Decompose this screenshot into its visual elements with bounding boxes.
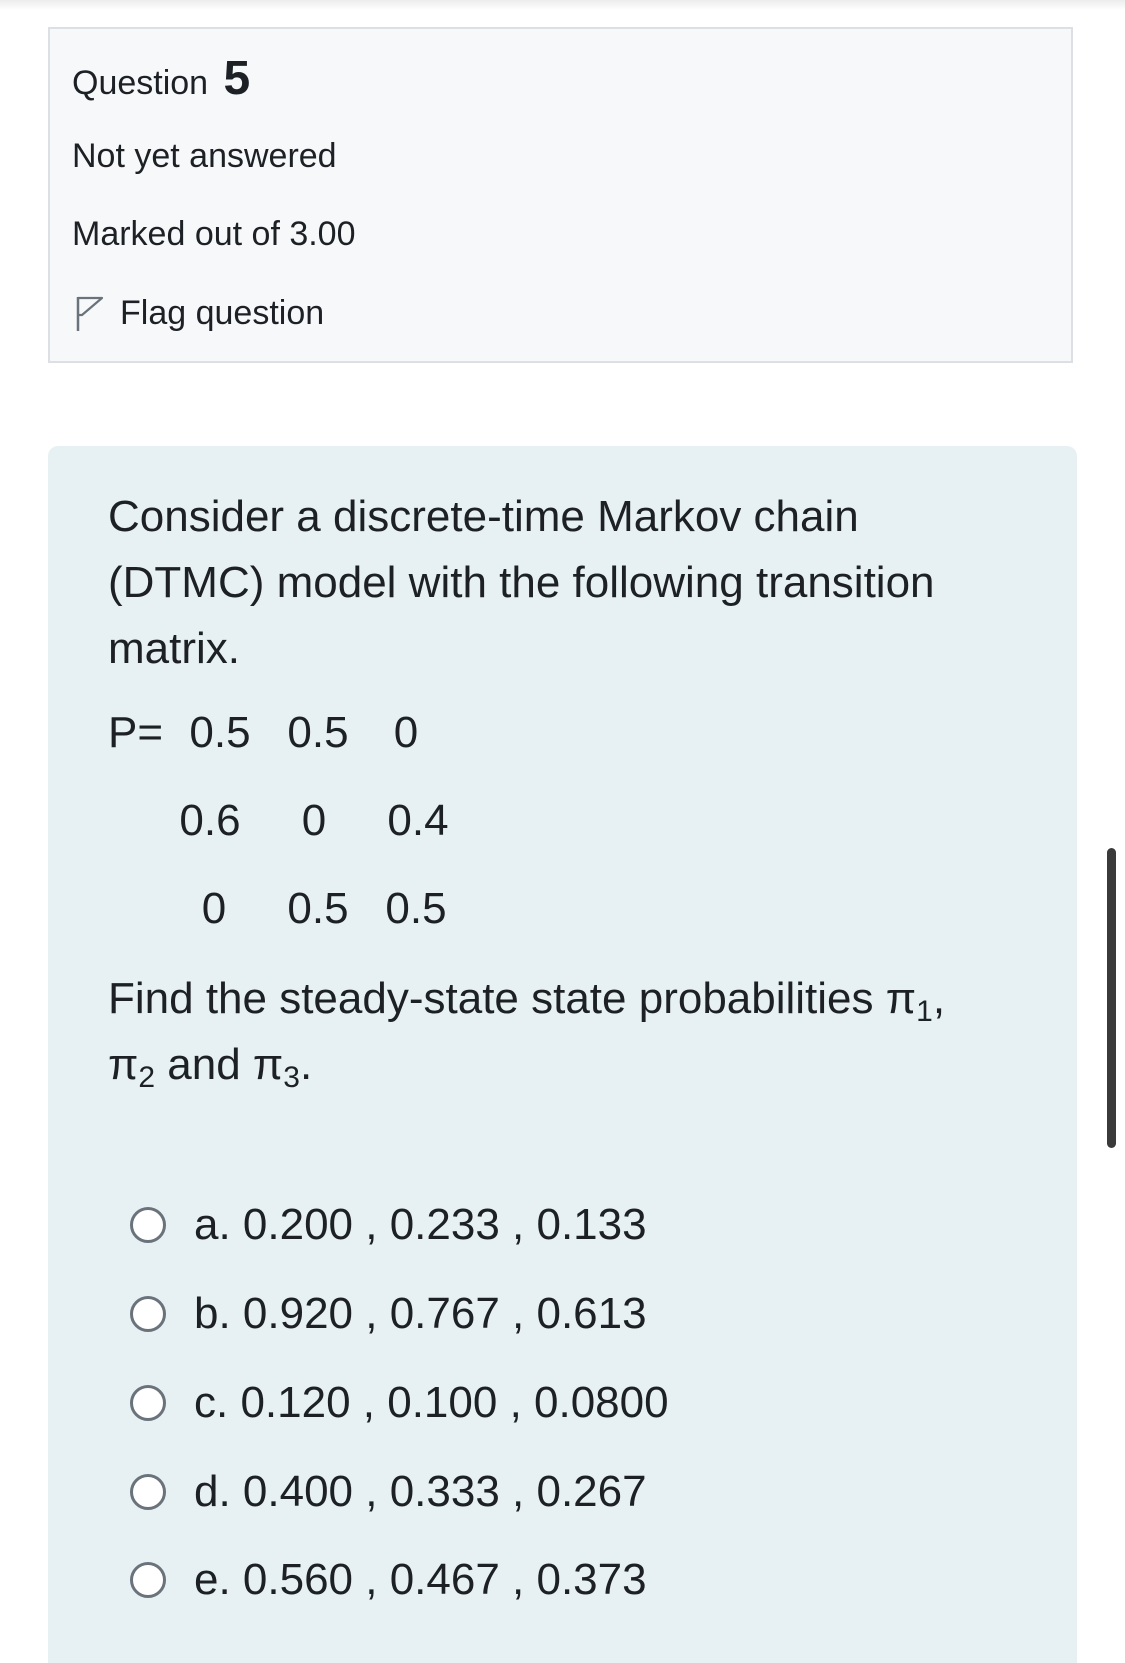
matrix-cell-2-1: 0.6 — [179, 796, 241, 845]
answer-option-d[interactable]: d. 0.400 , 0.333 , 0.267 — [130, 1467, 647, 1517]
answer-option-c[interactable]: c. 0.120 , 0.100 , 0.0800 — [130, 1378, 669, 1428]
answer-label: c. 0.120 , 0.100 , 0.0800 — [194, 1378, 669, 1427]
radio-button[interactable] — [130, 1474, 166, 1510]
top-edge-shadow — [0, 0, 1125, 10]
flag-question-label: Flag question — [120, 293, 325, 332]
answer-label: d. 0.400 , 0.333 , 0.267 — [194, 1467, 647, 1516]
answer-label: a. 0.200 , 0.233 , 0.133 — [194, 1200, 647, 1249]
find-prefix: Find the steady-state state probabilitie… — [108, 974, 886, 1023]
vertical-scrollbar[interactable] — [1107, 848, 1116, 1148]
matrix-cell-1-1: 0.5 — [189, 708, 251, 757]
quiz-page: Question 5 Not yet answered Marked out o… — [0, 0, 1125, 1663]
matrix-cell-3-2: 0.5 — [287, 884, 349, 933]
matrix-cell-3-3: 0.5 — [385, 884, 447, 933]
flag-icon — [76, 296, 104, 331]
matrix-cell-3-1: 0 — [201, 884, 227, 933]
question-grade: Marked out of 3.00 — [72, 215, 356, 253]
radio-button[interactable] — [130, 1562, 166, 1598]
question-info-panel: Question 5 Not yet answered Marked out o… — [48, 27, 1073, 363]
pi-2: π2 — [108, 1040, 156, 1094]
matrix-cell-1-3: 0 — [393, 708, 419, 757]
answer-label: e. 0.560 , 0.467 , 0.373 — [194, 1555, 647, 1604]
answer-option-a[interactable]: a. 0.200 , 0.233 , 0.133 — [130, 1200, 647, 1250]
matrix-cell-2-3: 0.4 — [387, 796, 449, 845]
question-content-panel: Consider a discrete-time Markov chain (D… — [48, 446, 1077, 1663]
question-number: 5 — [223, 52, 251, 105]
radio-button[interactable] — [130, 1296, 166, 1332]
matrix-label: P= — [108, 708, 164, 757]
question-state: Not yet answered — [72, 137, 337, 175]
pi-3: π3 — [252, 1040, 300, 1094]
answer-label: b. 0.920 , 0.767 , 0.613 — [194, 1289, 647, 1338]
matrix-cell-2-2: 0 — [301, 796, 327, 845]
question-text: Consider a discrete-time Markov chain (D… — [108, 492, 935, 673]
flag-question-link[interactable]: Flag question — [72, 293, 324, 333]
pi-1: π1 — [885, 974, 933, 1028]
question-heading: Question 5 — [72, 51, 250, 106]
radio-button[interactable] — [130, 1207, 166, 1243]
find-instruction: Find the steady-state state probabilitie… — [108, 974, 946, 1094]
question-label: Question — [72, 64, 209, 102]
radio-button[interactable] — [130, 1385, 166, 1421]
answer-option-e[interactable]: e. 0.560 , 0.467 , 0.373 — [130, 1555, 647, 1605]
answer-option-b[interactable]: b. 0.920 , 0.767 , 0.613 — [130, 1289, 647, 1339]
matrix-cell-1-2: 0.5 — [287, 708, 349, 757]
